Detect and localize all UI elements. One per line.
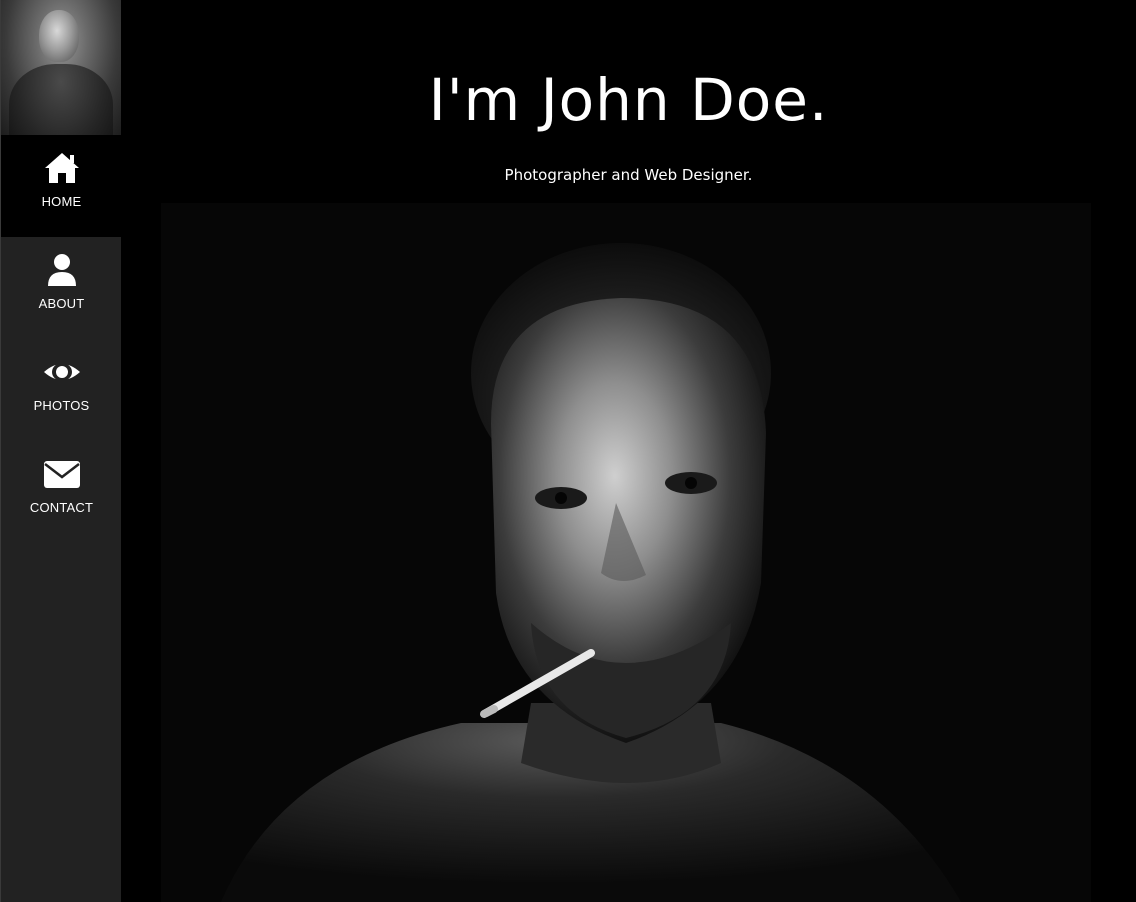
avatar-head <box>39 10 79 62</box>
sidebar-item-label: HOME <box>41 194 82 209</box>
sidebar-nav: HOME ABOUT PHOTOS CONTACT <box>1 135 122 543</box>
sidebar-item-contact[interactable]: CONTACT <box>1 441 122 543</box>
hero-photo <box>161 203 1091 902</box>
portrait-illustration <box>161 203 1091 902</box>
page-subtitle: Photographer and Web Designer. <box>504 166 753 184</box>
main-content: I'm John Doe. Photographer and Web Desig… <box>121 0 1136 902</box>
envelope-icon <box>43 461 80 488</box>
avatar-jacket <box>9 64 113 135</box>
sidebar: HOME ABOUT PHOTOS CONTACT <box>0 0 122 902</box>
sidebar-item-label: ABOUT <box>38 296 85 311</box>
eye-icon <box>43 363 80 381</box>
sidebar-item-about[interactable]: ABOUT <box>1 237 122 339</box>
home-icon <box>44 153 79 183</box>
page-title: I'm John Doe. <box>428 66 829 134</box>
avatar <box>1 0 122 135</box>
sidebar-item-photos[interactable]: PHOTOS <box>1 339 122 441</box>
sidebar-item-label: PHOTOS <box>33 398 90 413</box>
sidebar-item-label: CONTACT <box>29 500 94 515</box>
user-icon <box>47 254 76 286</box>
sidebar-item-home[interactable]: HOME <box>1 135 122 237</box>
page: HOME ABOUT PHOTOS CONTACT I'm John Doe. … <box>0 0 1136 902</box>
